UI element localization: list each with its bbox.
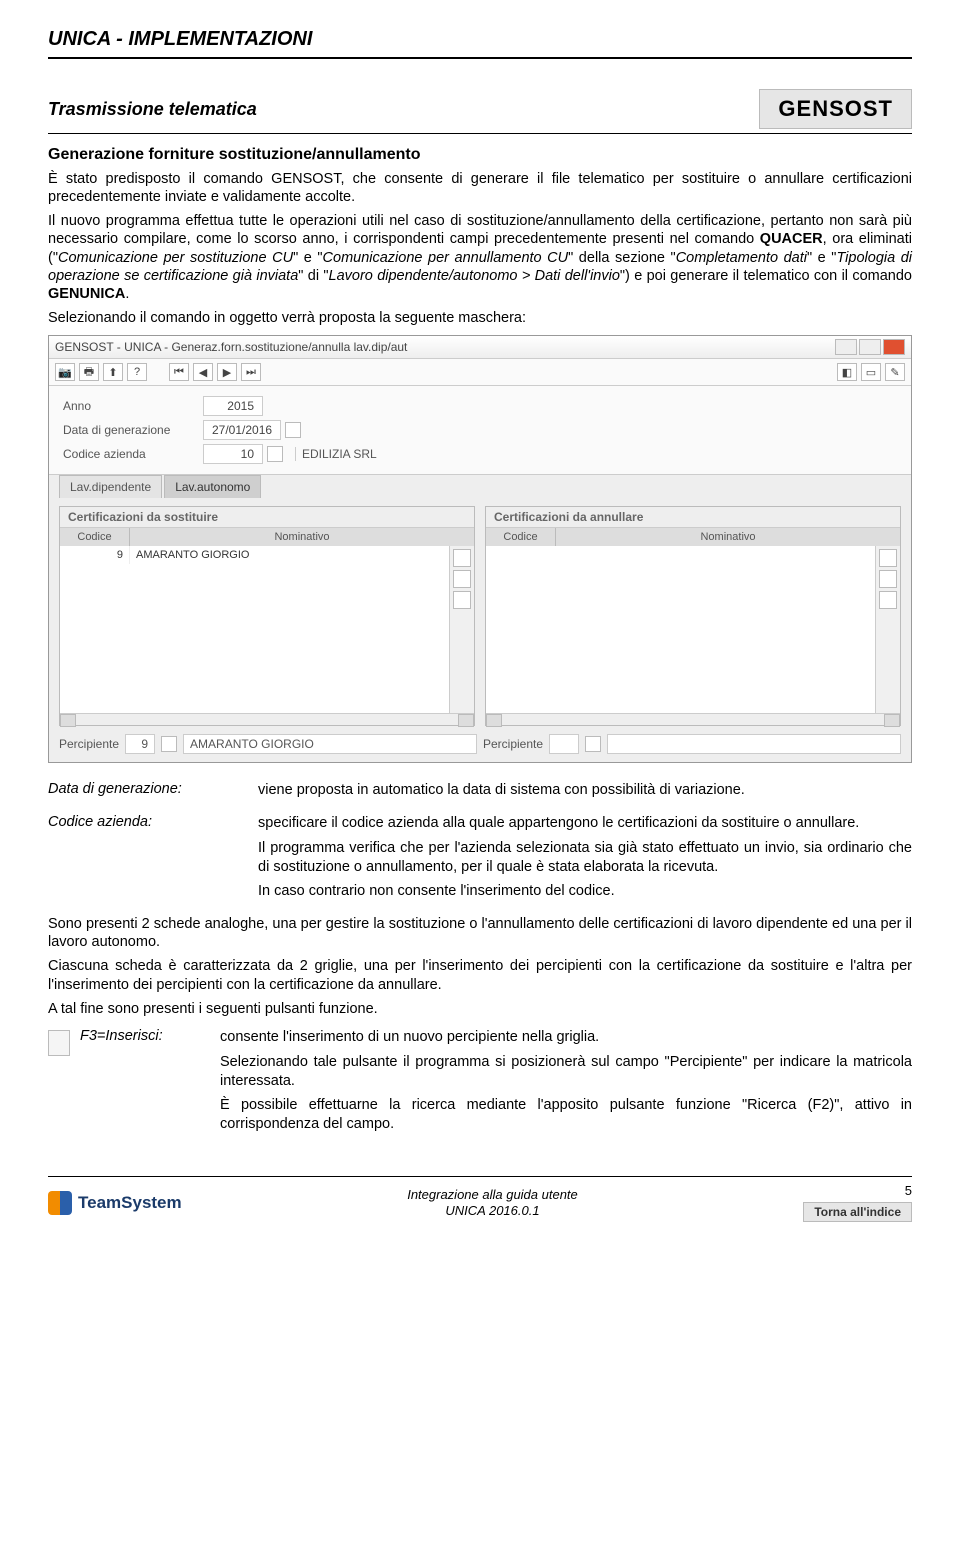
codice-label: Codice azienda: [63, 447, 203, 461]
f3-inserisci-row: F3=Inserisci: consente l'inserimento di …: [48, 1028, 912, 1140]
doc-title: UNICA - IMPLEMENTAZIONI: [48, 28, 912, 51]
grid2-del-button[interactable]: [879, 570, 897, 588]
insert-icon: [48, 1030, 70, 1056]
mid-paragraph-3: A tal fine sono presenti i seguenti puls…: [48, 1000, 912, 1018]
intro-paragraph-1: È stato predisposto il comando GENSOST, …: [48, 170, 912, 206]
azienda-name: EDILIZIA SRL: [295, 447, 377, 461]
grid1-col-nominativo: Nominativo: [130, 528, 474, 546]
percipiente-search-icon-1[interactable]: [161, 736, 177, 752]
window-title: GENSOST - UNICA - Generaz.forn.sostituzi…: [55, 340, 407, 354]
brand-logo: TeamSystem: [48, 1191, 182, 1215]
app-screenshot: GENSOST - UNICA - Generaz.forn.sostituzi…: [48, 335, 912, 763]
mid-paragraph-1: Sono presenti 2 schede analoghe, una per…: [48, 915, 912, 951]
grid1-edit-button[interactable]: [453, 591, 471, 609]
grid-annullare: Certificazioni da annullare Codice Nomin…: [485, 506, 901, 726]
grid1-del-button[interactable]: [453, 570, 471, 588]
section-title: Trasmissione telematica: [48, 99, 257, 120]
mid-paragraph-2: Ciascuna scheda è caratterizzata da 2 gr…: [48, 957, 912, 993]
percipiente-search-icon-2[interactable]: [585, 736, 601, 752]
intro-paragraph-2: Il nuovo programma effettua tutte le ope…: [48, 212, 912, 303]
data-label: Data di generazione: [63, 423, 203, 437]
grid1-scrollbar[interactable]: [60, 713, 474, 725]
def-codice-azienda: Codice azienda: specificare il codice az…: [48, 814, 912, 907]
upload-icon[interactable]: ⬆: [103, 363, 123, 381]
def-label: Data di generazione:: [48, 781, 228, 806]
maximize-button[interactable]: [859, 339, 881, 355]
def-desc: viene proposta in automatico la data di …: [258, 781, 912, 806]
codice-field[interactable]: 10: [203, 444, 263, 464]
grid1-row-code: 9: [60, 546, 130, 564]
nav-last-icon[interactable]: ⏭: [241, 363, 261, 381]
tool-icon-a[interactable]: ◧: [837, 363, 857, 381]
grid2-scrollbar[interactable]: [486, 713, 900, 725]
nav-prev-icon[interactable]: ◀: [193, 363, 213, 381]
page-footer: TeamSystem Integrazione alla guida utent…: [48, 1176, 912, 1222]
def-data-generazione: Data di generazione: viene proposta in a…: [48, 781, 912, 806]
grid1-add-button[interactable]: [453, 549, 471, 567]
grid2-add-button[interactable]: [879, 549, 897, 567]
anno-label: Anno: [63, 399, 203, 413]
tool-icon-c[interactable]: ✎: [885, 363, 905, 381]
data-field[interactable]: 27/01/2016: [203, 420, 281, 440]
tab-lav-dipendente[interactable]: Lav.dipendente: [59, 475, 162, 498]
calendar-icon[interactable]: [285, 422, 301, 438]
f3-label: F3=Inserisci:: [80, 1028, 210, 1044]
section-rule: [48, 133, 912, 134]
footer-center: Integrazione alla guida utente UNICA 201…: [407, 1187, 578, 1218]
grid2-edit-button[interactable]: [879, 591, 897, 609]
f3-desc: consente l'inserimento di un nuovo perci…: [220, 1028, 912, 1140]
window-titlebar: GENSOST - UNICA - Generaz.forn.sostituzi…: [49, 336, 911, 359]
section-subtitle: Generazione forniture sostituzione/annul…: [48, 146, 912, 164]
nav-first-icon[interactable]: ⏮: [169, 363, 189, 381]
brand-name: TeamSystem: [78, 1193, 182, 1213]
back-to-index-button[interactable]: Torna all'indice: [803, 1202, 912, 1222]
grid1-col-codice: Codice: [60, 528, 130, 546]
grid2-col-codice: Codice: [486, 528, 556, 546]
def-desc: specificare il codice azienda alla quale…: [258, 814, 912, 907]
header-rule: [48, 57, 912, 59]
grid1-row-name: AMARANTO GIORGIO: [130, 546, 449, 564]
nav-next-icon[interactable]: ▶: [217, 363, 237, 381]
percipiente-label-2: Percipiente: [483, 737, 543, 751]
percipiente-code-2[interactable]: [549, 734, 579, 754]
close-button[interactable]: [883, 339, 905, 355]
print-icon[interactable]: 🖶: [79, 363, 99, 381]
command-badge: GENSOST: [759, 89, 912, 129]
tab-lav-autonomo[interactable]: Lav.autonomo: [164, 475, 261, 498]
camera-icon[interactable]: 📷: [55, 363, 75, 381]
window-toolbar: 📷 🖶 ⬆ ? ⏮ ◀ ▶ ⏭ ◧ ▭ ✎: [49, 359, 911, 386]
minimize-button[interactable]: [835, 339, 857, 355]
form-area: Anno 2015 Data di generazione 27/01/2016…: [49, 386, 911, 474]
percipiente-label-1: Percipiente: [59, 737, 119, 751]
grid1-row[interactable]: 9 AMARANTO GIORGIO: [60, 546, 449, 564]
page-number: 5: [803, 1183, 912, 1198]
tool-icon-b[interactable]: ▭: [861, 363, 881, 381]
percipiente-name-2: [607, 734, 901, 754]
help-icon[interactable]: ?: [127, 363, 147, 381]
grid-sostituire-title: Certificazioni da sostituire: [60, 507, 474, 528]
search-icon[interactable]: [267, 446, 283, 462]
percipiente-code-1[interactable]: 9: [125, 734, 155, 754]
logo-icon: [48, 1191, 72, 1215]
anno-field[interactable]: 2015: [203, 396, 263, 416]
percipiente-name-1: AMARANTO GIORGIO: [183, 734, 477, 754]
grid2-col-nominativo: Nominativo: [556, 528, 900, 546]
def-label: Codice azienda:: [48, 814, 228, 907]
grid-sostituire: Certificazioni da sostituire Codice Nomi…: [59, 506, 475, 726]
grid-annullare-title: Certificazioni da annullare: [486, 507, 900, 528]
intro-paragraph-3: Selezionando il comando in oggetto verrà…: [48, 309, 912, 327]
